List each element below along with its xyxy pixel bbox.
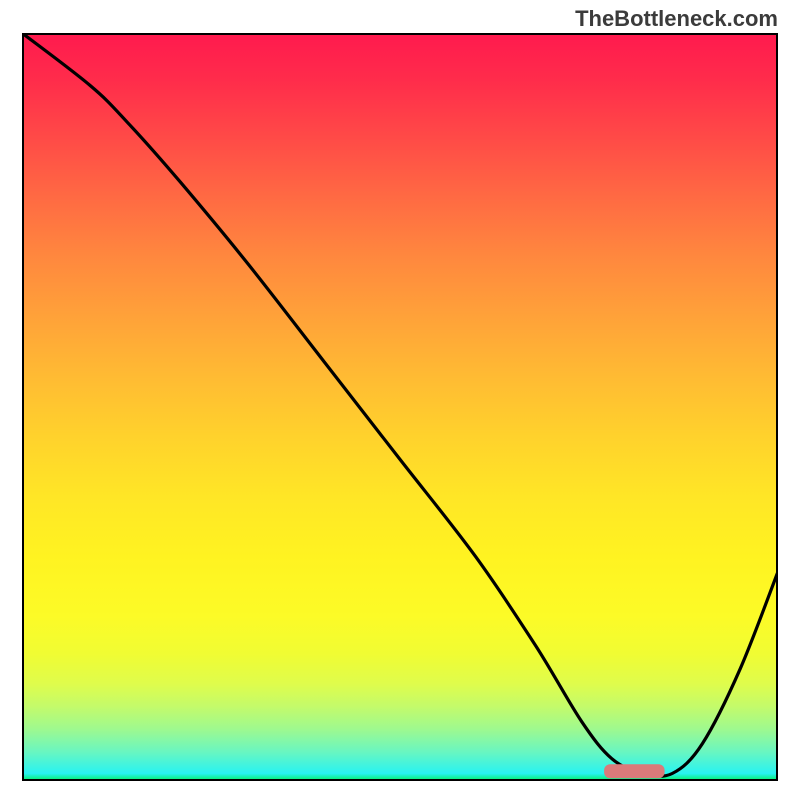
watermark-text: TheBottleneck.com <box>575 6 778 32</box>
bottleneck-curve-line <box>22 33 778 776</box>
chart-frame: TheBottleneck.com <box>0 0 800 800</box>
highlight-marker <box>604 764 665 778</box>
chart-svg <box>22 33 778 781</box>
